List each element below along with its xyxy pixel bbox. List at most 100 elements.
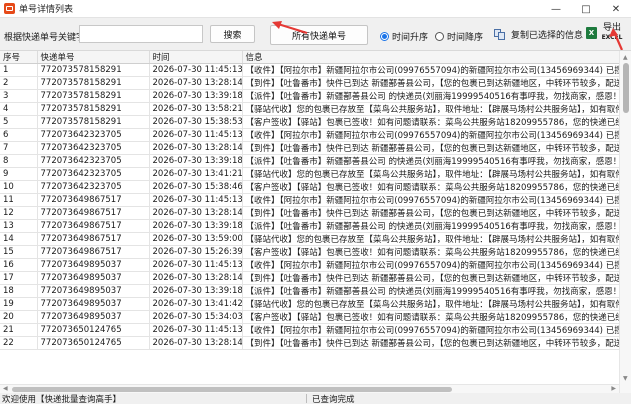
keyword-input[interactable]: [79, 25, 203, 43]
cell-info: 【到件】【吐鲁番市】快件已到达 新疆鄯善县公司，【您的包裹已到达新疆地区，中转环…: [242, 271, 619, 285]
table-row[interactable]: 19 772073649895037 2026-07-30 13:41:42 【驿站代…: [0, 297, 619, 311]
horizontal-scroll-thumb[interactable]: [12, 387, 452, 392]
table-row[interactable]: 14 772073649867517 2026-07-30 13:59:00 【驿站代…: [0, 232, 619, 246]
cell-info: 【驿站代收】您的包裹已存放至【菜鸟公共服务站】，取件地址：【辟展马场村公共服务站…: [242, 167, 619, 181]
table-row[interactable]: 6 772073642323705 2026-07-30 11:45:13 【收件】【…: [0, 128, 619, 142]
column-header-info[interactable]: 信息: [242, 51, 619, 64]
table-row[interactable]: 15 772073649867517 2026-07-30 15:26:39 【客户签…: [0, 245, 619, 259]
cell-info: 【派件】【吐鲁番市】新疆鄯善县公司 的快递员(刘丽海19999540516有事呼…: [242, 89, 619, 103]
table-row[interactable]: 5 772073578158291 2026-07-30 15:38:53 【客户签收…: [0, 115, 619, 129]
table-row[interactable]: 16 772073649895037 2026-07-30 11:45:13 【收件】…: [0, 258, 619, 272]
cell-tracking-number: 772073649895037: [37, 284, 150, 298]
cell-info: 【驿站代收】您的包裹已存放至【菜鸟公共服务站】，取件地址：【辟展马场村公共服务站…: [242, 232, 619, 246]
scroll-down-icon[interactable]: ▼: [623, 375, 628, 382]
cell-info: 【到件】【吐鲁番市】快件已到达 新疆鄯善县公司，【您的包裹已到达新疆地区，中转环…: [242, 336, 619, 350]
window-controls: — □ ✕: [541, 0, 631, 18]
cell-time: 2026-07-30 13:39:18: [149, 154, 243, 168]
cell-tracking-number: 772073649895037: [37, 310, 150, 324]
table-row[interactable]: 4 772073578158291 2026-07-30 13:58:21 【驿站代收…: [0, 102, 619, 116]
table-row[interactable]: 9 772073642323705 2026-07-30 13:41:21 【驿站代收…: [0, 167, 619, 181]
scroll-right-icon[interactable]: ▶: [611, 385, 616, 392]
cell-tracking-number: 772073649867517: [37, 245, 150, 259]
table-row[interactable]: 7 772073642323705 2026-07-30 13:28:14 【到件】【…: [0, 141, 619, 155]
cell-tracking-number: 772073642323705: [37, 180, 150, 194]
table-row[interactable]: 11 772073649867517 2026-07-30 11:45:13 【收件】…: [0, 193, 619, 207]
cell-tracking-number: 772073649867517: [37, 193, 150, 207]
sort-asc-radio[interactable]: 时间升序: [380, 30, 428, 43]
cell-time: 2026-07-30 15:38:53: [149, 115, 243, 129]
table-row[interactable]: 21 772073650124765 2026-07-30 11:45:13 【收件】…: [0, 323, 619, 337]
maximize-icon[interactable]: □: [571, 0, 601, 18]
cell-tracking-number: 772073649895037: [37, 271, 150, 285]
vertical-scrollbar[interactable]: ▲ ▼: [619, 51, 631, 393]
cell-time: 2026-07-30 11:45:13: [149, 323, 243, 337]
cell-index: 11: [0, 193, 38, 207]
cell-tracking-number: 772073649867517: [37, 232, 150, 246]
cell-info: 【收件】【阿拉尔市】新疆阿拉尔市公司(09976557094)的新疆阿拉尔市公司…: [242, 323, 619, 337]
cell-info: 【客户签收】【驿站】包裹已签收！如有问题请联系：菜鸟公共服务站182099557…: [242, 310, 619, 324]
column-header-tracking-number[interactable]: 快递单号: [37, 51, 150, 64]
column-header-index[interactable]: 序号: [0, 51, 38, 64]
table-row[interactable]: 17 772073649895037 2026-07-30 13:28:14 【到件】…: [0, 271, 619, 285]
cell-tracking-number: 772073649895037: [37, 297, 150, 311]
cell-time: 2026-07-30 13:28:14: [149, 336, 243, 350]
cell-time: 2026-07-30 15:26:39: [149, 245, 243, 259]
scroll-up-icon[interactable]: ▲: [623, 54, 628, 61]
cell-info: 【收件】【阿拉尔市】新疆阿拉尔市公司(09976557094)的新疆阿拉尔市公司…: [242, 258, 619, 272]
search-button[interactable]: 搜索: [210, 25, 255, 43]
cell-time: 2026-07-30 13:39:18: [149, 89, 243, 103]
toolbar: 根据快递单号关键字: 搜索 所有快递单号 时间升序 时间降序 复制已选择的信息 …: [0, 18, 631, 50]
vertical-scroll-thumb[interactable]: [623, 63, 629, 113]
window-title: 单号详情列表: [19, 5, 74, 15]
horizontal-scrollbar[interactable]: ◀ ▶: [0, 384, 619, 393]
table-row[interactable]: 3 772073578158291 2026-07-30 13:39:18 【派件】【…: [0, 89, 619, 103]
copy-icon: [494, 29, 506, 40]
cell-tracking-number: 772073642323705: [37, 167, 150, 181]
sort-desc-radio[interactable]: 时间降序: [435, 30, 483, 43]
cell-info: 【收件】【阿拉尔市】新疆阿拉尔市公司(09976557094)的新疆阿拉尔市公司…: [242, 193, 619, 207]
cell-index: 20: [0, 310, 38, 324]
cell-time: 2026-07-30 13:28:14: [149, 76, 243, 90]
cell-info: 【客户签收】【驿站】包裹已签收！如有问题请联系：菜鸟公共服务站182099557…: [242, 115, 619, 129]
table-row[interactable]: 12 772073649867517 2026-07-30 13:28:14 【到件】…: [0, 206, 619, 220]
cell-info: 【到件】【吐鲁番市】快件已到达 新疆鄯善县公司，【您的包裹已到达新疆地区，中转环…: [242, 141, 619, 155]
results-grid[interactable]: 序号 快递单号 时间 信息 1 772073578158291 2026-07-30…: [0, 50, 631, 393]
close-icon[interactable]: ✕: [601, 0, 631, 18]
cell-tracking-number: 772073649867517: [37, 219, 150, 233]
table-row[interactable]: 10 772073642323705 2026-07-30 15:38:46 【客户签…: [0, 180, 619, 194]
status-message: 已查询完成: [312, 395, 355, 404]
table-row[interactable]: 1 772073578158291 2026-07-30 11:45:13 【收件】【…: [0, 63, 619, 77]
cell-info: 【驿站代收】您的包裹已存放至【菜鸟公共服务站】，取件地址：【辟展马场村公共服务站…: [242, 297, 619, 311]
cell-info: 【收件】【阿拉尔市】新疆阿拉尔市公司(09976557094)的新疆阿拉尔市公司…: [242, 63, 619, 77]
scroll-left-icon[interactable]: ◀: [3, 385, 8, 392]
cell-info: 【派件】【吐鲁番市】新疆鄯善县公司 的快递员(刘丽海19999540516有事呼…: [242, 284, 619, 298]
sort-desc-label: 时间降序: [447, 33, 484, 43]
minimize-icon[interactable]: —: [541, 0, 571, 18]
app-icon: [4, 3, 15, 14]
table-row[interactable]: 22 772073650124765 2026-07-30 13:28:14 【到件】…: [0, 336, 619, 350]
cell-tracking-number: 772073650124765: [37, 323, 150, 337]
table-row[interactable]: 20 772073649895037 2026-07-30 15:34:03 【客户签…: [0, 310, 619, 324]
table-row[interactable]: 18 772073649895037 2026-07-30 13:39:18 【派件】…: [0, 284, 619, 298]
grid-viewport: 序号 快递单号 时间 信息 1 772073578158291 2026-07-30…: [0, 51, 619, 385]
cell-tracking-number: 772073578158291: [37, 89, 150, 103]
cell-tracking-number: 772073642323705: [37, 141, 150, 155]
column-header-time[interactable]: 时间: [149, 51, 243, 64]
table-row[interactable]: 2 772073578158291 2026-07-30 13:28:14 【到件】【…: [0, 76, 619, 90]
cell-time: 2026-07-30 13:41:42: [149, 297, 243, 311]
cell-index: 8: [0, 154, 38, 168]
cell-info: 【收件】【阿拉尔市】新疆阿拉尔市公司(09976557094)的新疆阿拉尔市公司…: [242, 128, 619, 142]
cell-index: 6: [0, 128, 38, 142]
table-row[interactable]: 8 772073642323705 2026-07-30 13:39:18 【派件】【…: [0, 154, 619, 168]
table-row[interactable]: 13 772073649867517 2026-07-30 13:39:18 【派件】…: [0, 219, 619, 233]
arrow-annotation-icon: [272, 21, 308, 35]
cell-index: 4: [0, 102, 38, 116]
cell-time: 2026-07-30 11:45:13: [149, 128, 243, 142]
copy-selected-button[interactable]: 复制已选择的信息: [494, 28, 583, 41]
cell-index: 10: [0, 180, 38, 194]
cell-index: 19: [0, 297, 38, 311]
cell-info: 【客户签收】【驿站】包裹已签收！如有问题请联系：菜鸟公共服务站182099557…: [242, 245, 619, 259]
results-table: 序号 快递单号 时间 信息 1 772073578158291 2026-07-30…: [0, 51, 619, 350]
cell-tracking-number: 772073649867517: [37, 206, 150, 220]
cell-time: 2026-07-30 13:28:14: [149, 206, 243, 220]
